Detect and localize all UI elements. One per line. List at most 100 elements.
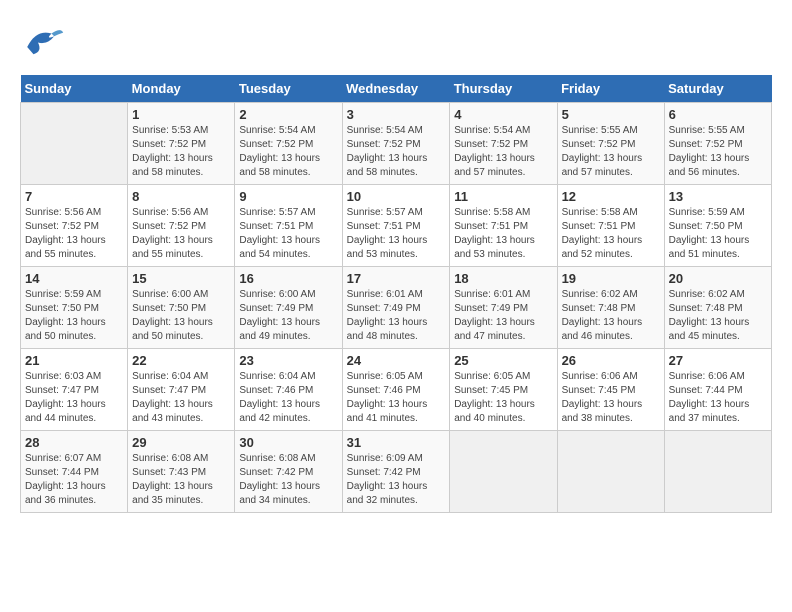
calendar-cell: 14Sunrise: 5:59 AM Sunset: 7:50 PM Dayli… <box>21 267 128 349</box>
day-number: 23 <box>239 353 337 368</box>
day-number: 5 <box>562 107 660 122</box>
day-number: 27 <box>669 353 767 368</box>
day-number: 30 <box>239 435 337 450</box>
calendar-cell: 31 Sunrise: 6:09 AM Sunset: 7:42 PM Dayli… <box>342 431 450 513</box>
day-number: 8 <box>132 189 230 204</box>
calendar-cell: 22Sunrise: 6:04 AM Sunset: 7:47 PM Dayli… <box>128 349 235 431</box>
day-number: 7 <box>25 189 123 204</box>
calendar-cell: 19 Sunrise: 6:02 AM Sunset: 7:48 PM Dayli… <box>557 267 664 349</box>
day-number: 11 <box>454 189 552 204</box>
day-info: Sunrise: 5:54 AM Sunset: 7:52 PM Dayligh… <box>454 124 552 180</box>
weekday-header-thursday: Thursday <box>450 75 557 103</box>
day-number: 19 <box>562 271 660 286</box>
day-info: Sunrise: 6:06 AM Sunset: 7:45 PM Dayligh… <box>562 370 660 426</box>
day-info: Sunrise: 5:57 AM Sunset: 7:51 PM Dayligh… <box>239 206 337 262</box>
calendar-cell: 13 Sunrise: 5:59 AM Sunset: 7:50 PM Dayli… <box>664 185 771 267</box>
day-number: 29 <box>132 435 230 450</box>
day-info: Sunrise: 5:53 AM Sunset: 7:52 PM Dayligh… <box>132 124 230 180</box>
day-info: Sunrise: 5:59 AM Sunset: 7:50 PM Dayligh… <box>25 288 123 344</box>
calendar-cell: 30 Sunrise: 6:08 AM Sunset: 7:42 PM Dayli… <box>235 431 342 513</box>
logo <box>20 20 69 65</box>
day-info: Sunrise: 6:00 AM Sunset: 7:49 PM Dayligh… <box>239 288 337 344</box>
logo-bird-icon <box>20 20 65 65</box>
day-info: Sunrise: 6:04 AM Sunset: 7:47 PM Dayligh… <box>132 370 230 426</box>
day-number: 13 <box>669 189 767 204</box>
day-info: Sunrise: 6:08 AM Sunset: 7:43 PM Dayligh… <box>132 452 230 508</box>
week-row-5: 28 Sunrise: 6:07 AM Sunset: 7:44 PM Dayli… <box>21 431 772 513</box>
calendar-cell: 3 Sunrise: 5:54 AM Sunset: 7:52 PM Daylig… <box>342 103 450 185</box>
day-info: Sunrise: 5:55 AM Sunset: 7:52 PM Dayligh… <box>562 124 660 180</box>
calendar-cell: 10 Sunrise: 5:57 AM Sunset: 7:51 PM Dayli… <box>342 185 450 267</box>
day-number: 26 <box>562 353 660 368</box>
day-number: 4 <box>454 107 552 122</box>
calendar-cell: 9 Sunrise: 5:57 AM Sunset: 7:51 PM Daylig… <box>235 185 342 267</box>
calendar-cell: 17 Sunrise: 6:01 AM Sunset: 7:49 PM Dayli… <box>342 267 450 349</box>
day-info: Sunrise: 5:58 AM Sunset: 7:51 PM Dayligh… <box>454 206 552 262</box>
calendar-cell: 6 Sunrise: 5:55 AM Sunset: 7:52 PM Daylig… <box>664 103 771 185</box>
week-row-2: 7 Sunrise: 5:56 AM Sunset: 7:52 PM Daylig… <box>21 185 772 267</box>
weekday-header-wednesday: Wednesday <box>342 75 450 103</box>
day-info: Sunrise: 5:55 AM Sunset: 7:52 PM Dayligh… <box>669 124 767 180</box>
day-info: Sunrise: 6:06 AM Sunset: 7:44 PM Dayligh… <box>669 370 767 426</box>
calendar-cell: 18 Sunrise: 6:01 AM Sunset: 7:49 PM Dayli… <box>450 267 557 349</box>
weekday-header-sunday: Sunday <box>21 75 128 103</box>
weekday-header-tuesday: Tuesday <box>235 75 342 103</box>
week-row-1: 1 Sunrise: 5:53 AM Sunset: 7:52 PM Daylig… <box>21 103 772 185</box>
day-number: 12 <box>562 189 660 204</box>
day-info: Sunrise: 6:03 AM Sunset: 7:47 PM Dayligh… <box>25 370 123 426</box>
calendar-cell: 7 Sunrise: 5:56 AM Sunset: 7:52 PM Daylig… <box>21 185 128 267</box>
day-info: Sunrise: 5:56 AM Sunset: 7:52 PM Dayligh… <box>25 206 123 262</box>
day-info: Sunrise: 5:54 AM Sunset: 7:52 PM Dayligh… <box>347 124 446 180</box>
day-info: Sunrise: 6:01 AM Sunset: 7:49 PM Dayligh… <box>454 288 552 344</box>
day-info: Sunrise: 6:04 AM Sunset: 7:46 PM Dayligh… <box>239 370 337 426</box>
day-number: 6 <box>669 107 767 122</box>
calendar-cell <box>21 103 128 185</box>
day-number: 28 <box>25 435 123 450</box>
week-row-4: 21 Sunrise: 6:03 AM Sunset: 7:47 PM Dayli… <box>21 349 772 431</box>
day-number: 10 <box>347 189 446 204</box>
day-info: Sunrise: 5:54 AM Sunset: 7:52 PM Dayligh… <box>239 124 337 180</box>
day-info: Sunrise: 6:02 AM Sunset: 7:48 PM Dayligh… <box>562 288 660 344</box>
weekday-header-monday: Monday <box>128 75 235 103</box>
day-number: 20 <box>669 271 767 286</box>
day-info: Sunrise: 6:02 AM Sunset: 7:48 PM Dayligh… <box>669 288 767 344</box>
calendar-cell: 2 Sunrise: 5:54 AM Sunset: 7:52 PM Daylig… <box>235 103 342 185</box>
week-row-3: 14Sunrise: 5:59 AM Sunset: 7:50 PM Dayli… <box>21 267 772 349</box>
day-info: Sunrise: 6:05 AM Sunset: 7:45 PM Dayligh… <box>454 370 552 426</box>
day-number: 18 <box>454 271 552 286</box>
day-number: 3 <box>347 107 446 122</box>
calendar-cell: 29 Sunrise: 6:08 AM Sunset: 7:43 PM Dayli… <box>128 431 235 513</box>
calendar-cell: 16Sunrise: 6:00 AM Sunset: 7:49 PM Dayli… <box>235 267 342 349</box>
calendar-cell: 8 Sunrise: 5:56 AM Sunset: 7:52 PM Daylig… <box>128 185 235 267</box>
day-number: 24 <box>347 353 446 368</box>
page-header <box>20 20 772 65</box>
day-number: 31 <box>347 435 446 450</box>
calendar-cell: 24Sunrise: 6:05 AM Sunset: 7:46 PM Dayli… <box>342 349 450 431</box>
day-info: Sunrise: 6:08 AM Sunset: 7:42 PM Dayligh… <box>239 452 337 508</box>
calendar-table: SundayMondayTuesdayWednesdayThursdayFrid… <box>20 75 772 513</box>
day-info: Sunrise: 5:57 AM Sunset: 7:51 PM Dayligh… <box>347 206 446 262</box>
day-info: Sunrise: 5:56 AM Sunset: 7:52 PM Dayligh… <box>132 206 230 262</box>
calendar-cell <box>557 431 664 513</box>
day-number: 25 <box>454 353 552 368</box>
day-number: 17 <box>347 271 446 286</box>
day-info: Sunrise: 6:09 AM Sunset: 7:42 PM Dayligh… <box>347 452 446 508</box>
calendar-cell: 27 Sunrise: 6:06 AM Sunset: 7:44 PM Dayli… <box>664 349 771 431</box>
calendar-cell <box>450 431 557 513</box>
day-number: 9 <box>239 189 337 204</box>
calendar-cell: 1 Sunrise: 5:53 AM Sunset: 7:52 PM Daylig… <box>128 103 235 185</box>
day-info: Sunrise: 5:59 AM Sunset: 7:50 PM Dayligh… <box>669 206 767 262</box>
calendar-cell: 12Sunrise: 5:58 AM Sunset: 7:51 PM Dayli… <box>557 185 664 267</box>
day-info: Sunrise: 6:01 AM Sunset: 7:49 PM Dayligh… <box>347 288 446 344</box>
day-number: 2 <box>239 107 337 122</box>
weekday-header-saturday: Saturday <box>664 75 771 103</box>
day-number: 21 <box>25 353 123 368</box>
day-number: 1 <box>132 107 230 122</box>
day-info: Sunrise: 6:07 AM Sunset: 7:44 PM Dayligh… <box>25 452 123 508</box>
day-number: 15 <box>132 271 230 286</box>
weekday-header-row: SundayMondayTuesdayWednesdayThursdayFrid… <box>21 75 772 103</box>
weekday-header-friday: Friday <box>557 75 664 103</box>
calendar-cell: 26 Sunrise: 6:06 AM Sunset: 7:45 PM Dayli… <box>557 349 664 431</box>
calendar-cell: 23 Sunrise: 6:04 AM Sunset: 7:46 PM Dayli… <box>235 349 342 431</box>
calendar-cell: 4 Sunrise: 5:54 AM Sunset: 7:52 PM Daylig… <box>450 103 557 185</box>
